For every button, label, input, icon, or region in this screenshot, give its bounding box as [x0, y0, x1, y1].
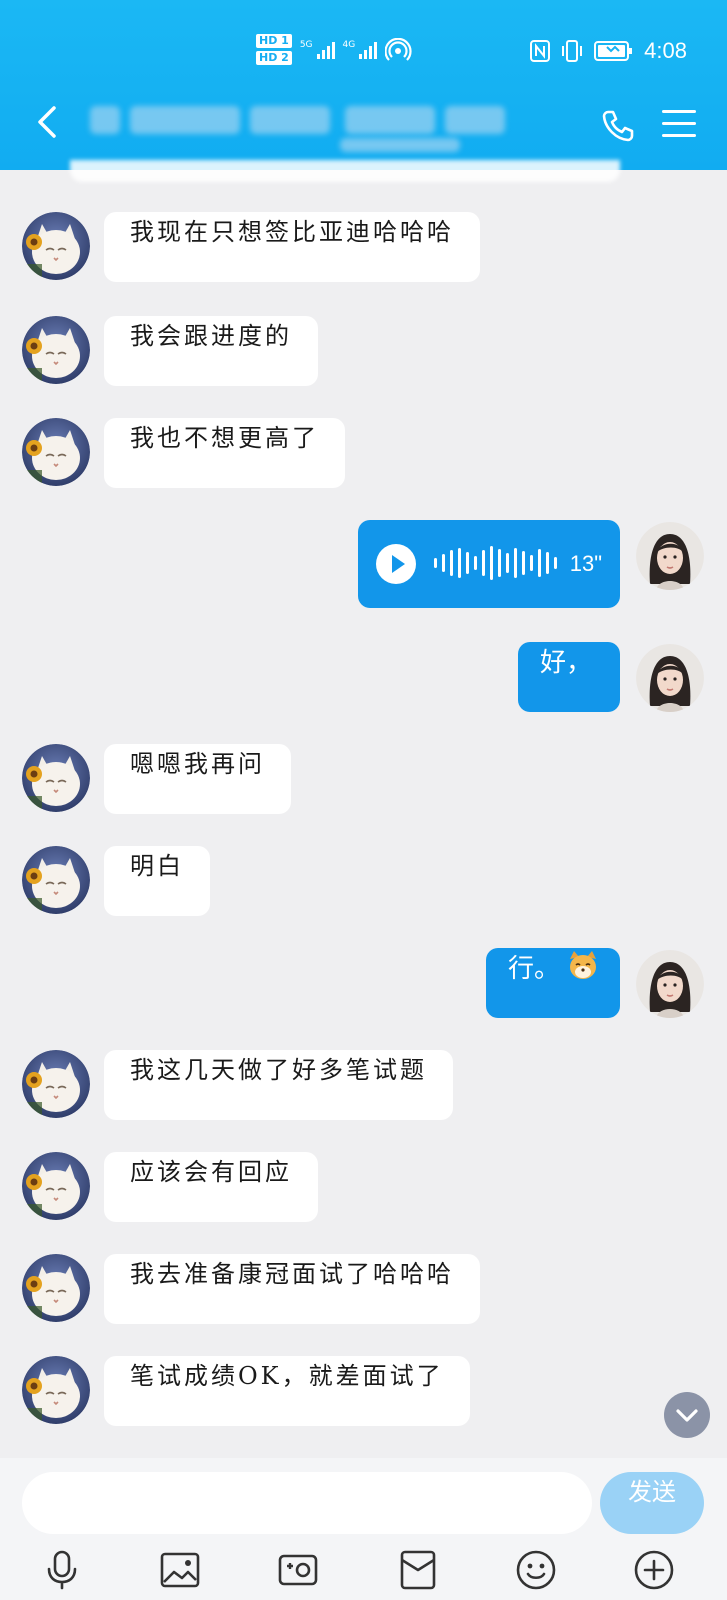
received-message-bubble[interactable]: 我现在只想签比亚迪哈哈哈 [104, 212, 480, 282]
message-row: 笔试成绩OK，就差面试了 [22, 1356, 470, 1426]
message-row: 我现在只想签比亚迪哈哈哈 [22, 212, 480, 282]
message-row: 应该会有回应 [22, 1152, 318, 1222]
emoji-button[interactable] [514, 1548, 558, 1592]
received-message-bubble[interactable]: 我也不想更高了 [104, 418, 345, 488]
composer: 发送 [0, 1458, 727, 1600]
network-5g-label: 5G [299, 39, 313, 50]
call-button[interactable] [600, 108, 636, 144]
album-button[interactable] [158, 1548, 202, 1592]
chevron-left-icon [38, 106, 56, 138]
dog-emoji-icon [560, 951, 600, 984]
signal-bars-2-icon [359, 41, 378, 59]
received-message-bubble[interactable]: 明白 [104, 846, 210, 916]
plus-icon [634, 1550, 674, 1590]
received-message-bubble[interactable]: 笔试成绩OK，就差面试了 [104, 1356, 470, 1426]
contact-avatar[interactable] [22, 846, 90, 914]
received-message-bubble[interactable]: 我会跟进度的 [104, 316, 318, 386]
contact-avatar[interactable] [22, 1050, 90, 1118]
microphone-icon [47, 1550, 77, 1590]
message-row: 我也不想更高了 [22, 418, 345, 488]
received-message-bubble[interactable]: 嗯嗯我再问 [104, 744, 291, 814]
received-message-bubble[interactable]: 我这几天做了好多笔试题 [104, 1050, 453, 1120]
message-input[interactable] [22, 1472, 592, 1534]
message-row: 我这几天做了好多笔试题 [22, 1050, 453, 1120]
signal-bars-icon [316, 41, 335, 59]
voice-input-button[interactable] [40, 1548, 84, 1592]
my-avatar[interactable] [636, 522, 704, 590]
sent-message-text: 行。 [508, 954, 561, 984]
contact-avatar[interactable] [22, 1254, 90, 1322]
chat-header: HD 1 HD 2 5G 4G 4:08 [0, 0, 727, 170]
sent-message-text: 好， [540, 648, 593, 678]
play-button[interactable] [376, 544, 416, 584]
more-button[interactable] [632, 1548, 676, 1592]
hd1-badge: HD 1 [256, 34, 292, 48]
back-button[interactable] [28, 100, 68, 144]
nfc-icon [530, 40, 551, 62]
contact-name-blurred [90, 106, 510, 152]
contact-avatar[interactable] [22, 212, 90, 280]
network-4g-label: 4G [342, 39, 356, 50]
scroll-to-bottom-button[interactable] [664, 1392, 710, 1438]
sent-message-bubble[interactable]: 好， [518, 642, 620, 712]
image-icon [160, 1552, 200, 1588]
message-row: 嗯嗯我再问 [22, 744, 291, 814]
input-toolbar [0, 1548, 727, 1598]
contact-avatar[interactable] [22, 1152, 90, 1220]
play-icon [392, 555, 405, 573]
menu-button[interactable] [662, 110, 696, 140]
send-button[interactable]: 发送 [600, 1472, 704, 1534]
red-packet-icon [400, 1550, 436, 1590]
vibrate-icon [562, 40, 583, 62]
hotspot-icon [385, 37, 412, 61]
contact-avatar[interactable] [22, 744, 90, 812]
status-bar: HD 1 HD 2 5G 4G 4:08 [0, 30, 727, 76]
waveform-icon [434, 546, 557, 580]
hd2-badge: HD 2 [256, 51, 292, 65]
received-message-bubble[interactable]: 我去准备康冠面试了哈哈哈 [104, 1254, 480, 1324]
signal-group: HD 1 HD 2 5G 4G [256, 34, 413, 65]
message-row: 我去准备康冠面试了哈哈哈 [22, 1254, 480, 1324]
contact-avatar[interactable] [22, 1356, 90, 1424]
message-row: 明白 [22, 846, 210, 916]
phone-icon [602, 110, 634, 142]
menu-icon [662, 110, 696, 137]
clock: 4:08 [644, 38, 687, 63]
camera-button[interactable] [276, 1548, 320, 1592]
contact-avatar[interactable] [22, 418, 90, 486]
my-avatar[interactable] [636, 950, 704, 1018]
camera-icon [278, 1554, 318, 1586]
status-right: 4:08 [530, 38, 687, 64]
red-packet-button[interactable] [396, 1548, 440, 1592]
chevron-down-icon [676, 1409, 698, 1422]
my-avatar[interactable] [636, 644, 704, 712]
voice-duration: 13" [569, 551, 602, 576]
emoji-icon [516, 1550, 556, 1590]
nav-bar [0, 92, 727, 154]
received-message-bubble[interactable]: 应该会有回应 [104, 1152, 318, 1222]
sent-message-bubble[interactable]: 行。 [486, 948, 620, 1018]
message-row: 我会跟进度的 [22, 316, 318, 386]
voice-message-bubble[interactable]: 13" [358, 520, 620, 608]
battery-icon [594, 41, 633, 61]
contact-avatar[interactable] [22, 316, 90, 384]
pinned-notice-strip [70, 160, 620, 182]
